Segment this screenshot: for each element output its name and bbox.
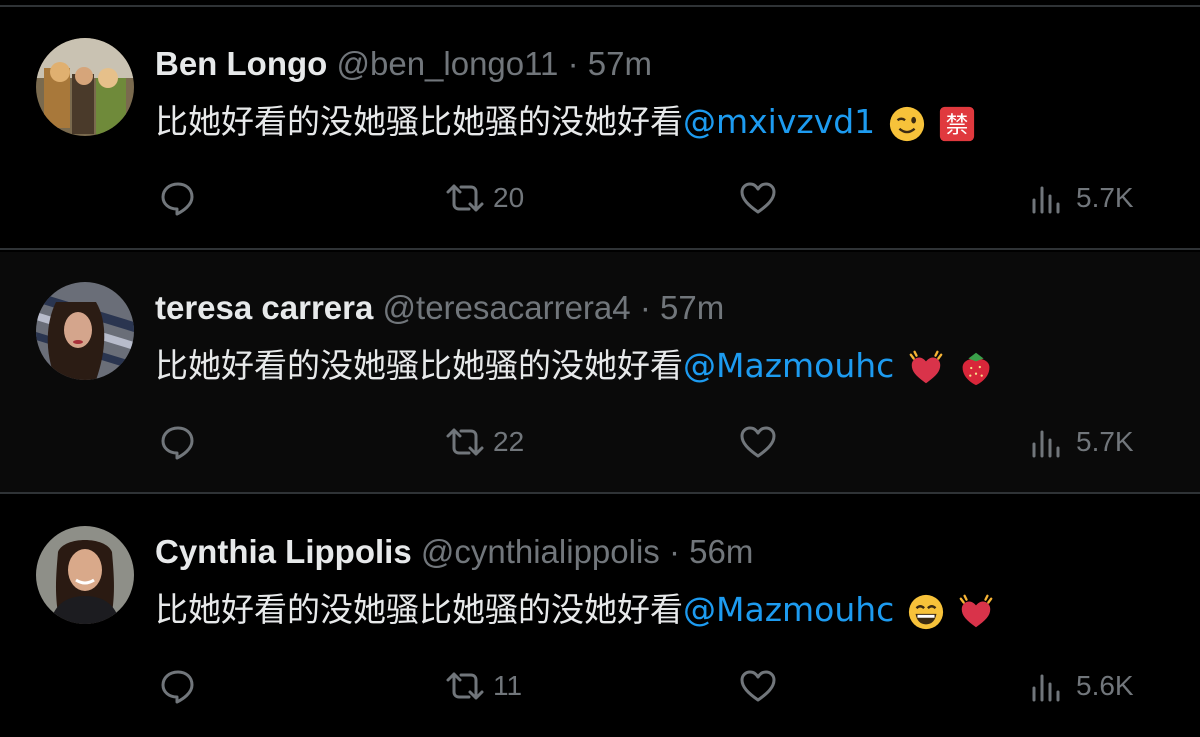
retweet-button[interactable]: 11 xyxy=(445,664,522,708)
avatar[interactable] xyxy=(36,282,134,380)
tweet-header: Cynthia Lippolis @cynthialippolis · 56m xyxy=(155,532,753,572)
prohibited-kanji-emoji: 禁 xyxy=(940,106,975,141)
reply-button[interactable] xyxy=(158,664,198,708)
tweet-body-text: 比她好看的没她骚比她骚的没她好看 xyxy=(155,102,683,141)
display-name[interactable]: Cynthia Lippolis xyxy=(155,533,412,570)
timestamp[interactable]: 56m xyxy=(689,533,753,570)
separator-dot: · xyxy=(567,45,579,82)
views-button[interactable]: 5.6K xyxy=(1028,664,1134,708)
avatar[interactable] xyxy=(36,526,134,624)
display-name[interactable]: teresa carrera xyxy=(155,289,373,326)
views-count: 5.7K xyxy=(1076,182,1134,213)
heart-icon xyxy=(740,182,776,214)
views-count: 5.6K xyxy=(1076,670,1134,701)
retweet-icon xyxy=(446,428,484,456)
action-bar: 22 5.7K xyxy=(0,420,1200,464)
heart-icon xyxy=(740,426,776,458)
tweet-text: 比她好看的没她骚比她骚的没她好看@Mazmouhc xyxy=(155,344,995,388)
like-button[interactable] xyxy=(738,176,778,220)
beating-heart-emoji xyxy=(909,350,943,383)
mention-link[interactable]: @Mazmouhc xyxy=(683,346,894,385)
retweet-count: 11 xyxy=(493,670,523,701)
reply-icon xyxy=(161,426,194,460)
views-chart-icon xyxy=(1032,186,1060,214)
beating-heart-emoji xyxy=(959,594,993,627)
reply-icon xyxy=(161,182,194,216)
tweet-text: 比她好看的没她骚比她骚的没她好看@mxivzvd1 禁 xyxy=(155,100,976,144)
tweet-body-text: 比她好看的没她骚比她骚的没她好看 xyxy=(155,346,683,385)
avatar[interactable] xyxy=(36,38,134,136)
svg-text:禁: 禁 xyxy=(946,112,969,138)
tweet-text: 比她好看的没她骚比她骚的没她好看@Mazmouhc xyxy=(155,588,995,632)
user-handle[interactable]: @teresacarrera4 xyxy=(383,289,631,326)
action-bar: 11 5.6K xyxy=(0,664,1200,708)
tweet[interactable]: Ben Longo @ben_longo11 · 57m 比她好看的没她骚比她骚… xyxy=(0,8,1200,250)
retweet-button[interactable]: 20 xyxy=(445,176,524,220)
views-chart-icon xyxy=(1032,674,1060,702)
retweet-count: 22 xyxy=(493,426,525,457)
winking-face-emoji xyxy=(889,106,924,141)
grinning-face-emoji xyxy=(908,594,943,629)
display-name[interactable]: Ben Longo xyxy=(155,45,327,82)
views-button[interactable]: 5.7K xyxy=(1028,420,1134,464)
tweet-body-text: 比她好看的没她骚比她骚的没她好看 xyxy=(155,590,683,629)
top-divider xyxy=(0,0,1200,7)
views-count: 5.7K xyxy=(1076,426,1134,457)
views-button[interactable]: 5.7K xyxy=(1028,176,1134,220)
timestamp[interactable]: 57m xyxy=(588,45,652,82)
retweet-count: 20 xyxy=(493,182,525,213)
tweet[interactable]: Cynthia Lippolis @cynthialippolis · 56m … xyxy=(0,496,1200,737)
like-button[interactable] xyxy=(738,420,778,464)
tweet[interactable]: teresa carrera @teresacarrera4 · 57m 比她好… xyxy=(0,252,1200,494)
tweet-header: Ben Longo @ben_longo11 · 57m xyxy=(155,44,652,84)
reply-button[interactable] xyxy=(158,176,198,220)
mention-link[interactable]: @mxivzvd1 xyxy=(683,102,875,141)
reply-icon xyxy=(161,670,194,704)
separator-dot: · xyxy=(668,533,680,570)
timestamp[interactable]: 57m xyxy=(660,289,724,326)
retweet-icon xyxy=(446,184,484,212)
action-bar: 20 5.7K xyxy=(0,176,1200,220)
user-handle[interactable]: @ben_longo11 xyxy=(336,45,558,82)
strawberry-emoji xyxy=(962,352,990,385)
separator-dot: · xyxy=(639,289,651,326)
heart-icon xyxy=(740,670,776,702)
mention-link[interactable]: @Mazmouhc xyxy=(683,590,894,629)
retweet-button[interactable]: 22 xyxy=(445,420,524,464)
user-handle[interactable]: @cynthialippolis xyxy=(421,533,660,570)
like-button[interactable] xyxy=(738,664,778,708)
reply-button[interactable] xyxy=(158,420,198,464)
tweet-header: teresa carrera @teresacarrera4 · 57m xyxy=(155,288,724,328)
retweet-icon xyxy=(446,672,484,700)
views-chart-icon xyxy=(1032,430,1060,458)
